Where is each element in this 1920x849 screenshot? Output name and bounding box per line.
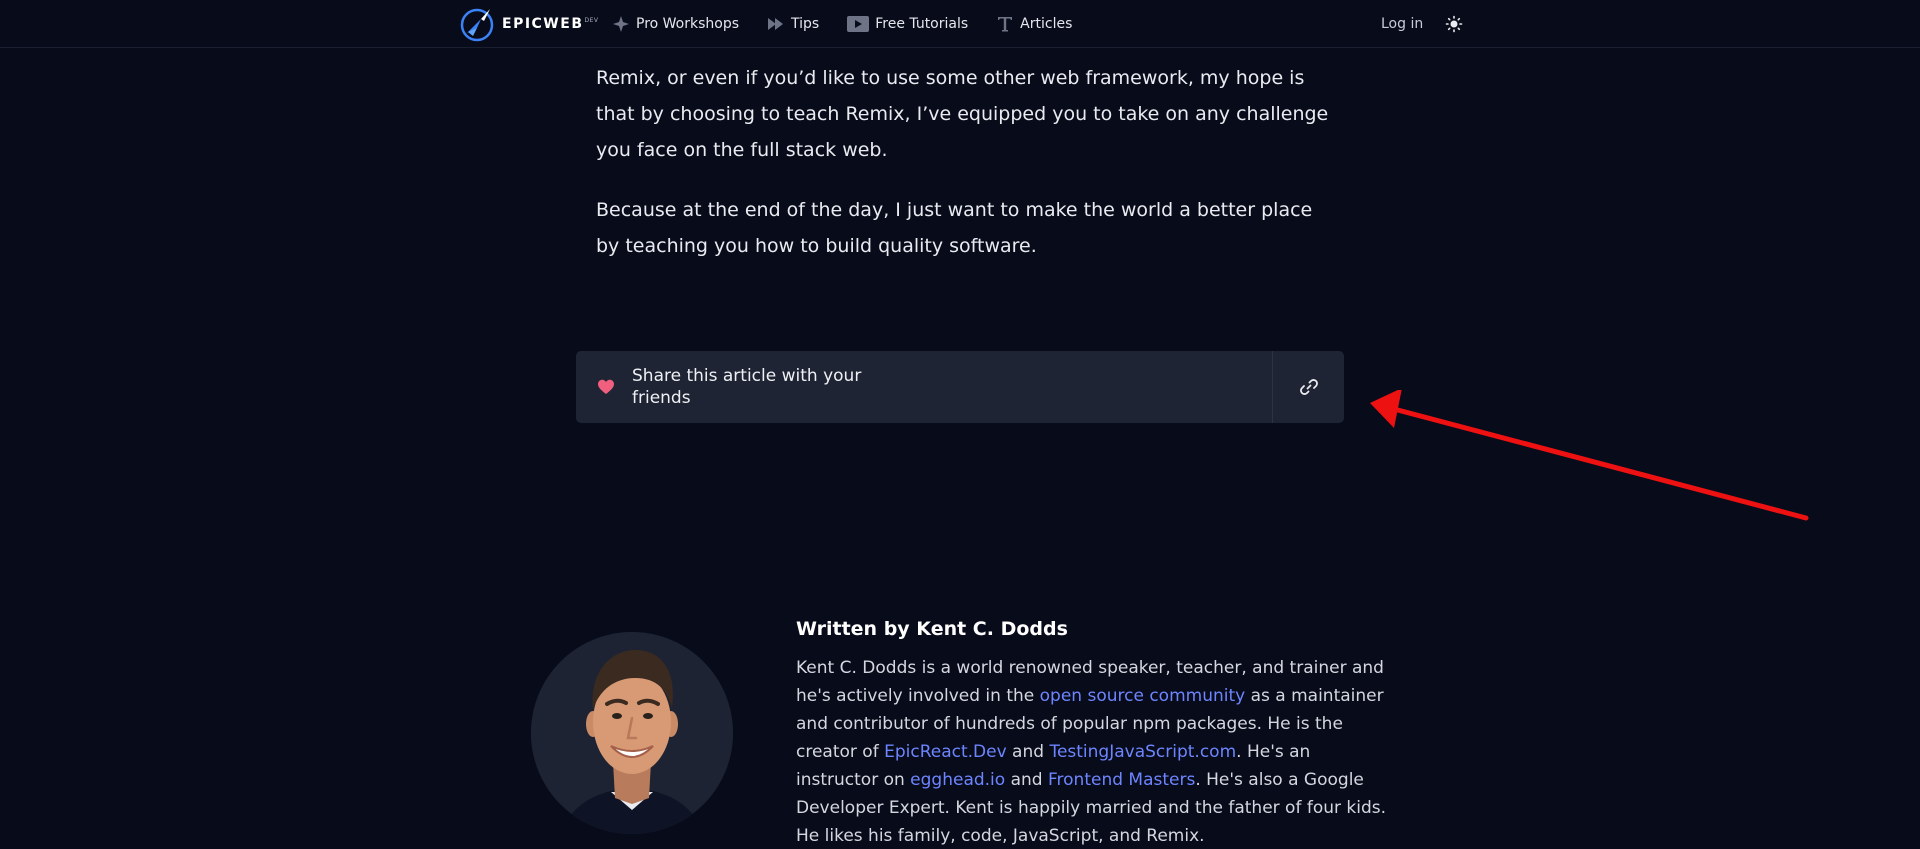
- author-avatar: [531, 632, 733, 834]
- nav-label: Articles: [1020, 16, 1073, 32]
- nav-articles[interactable]: Articles: [996, 15, 1072, 33]
- logo-wordmark: EPICWEBDEV: [502, 16, 599, 32]
- workshops-icon: [612, 15, 630, 33]
- nav-free-tutorials[interactable]: Free Tutorials: [847, 15, 968, 33]
- nav-label: Pro Workshops: [636, 16, 740, 32]
- bio-text: and: [1005, 770, 1048, 790]
- epicweb-logo[interactable]: EPICWEBDEV: [459, 5, 599, 43]
- nav-label: Tips: [791, 16, 820, 32]
- sun-icon[interactable]: [1445, 15, 1463, 33]
- tutorials-icon: [847, 15, 870, 33]
- nav-tips[interactable]: Tips: [767, 15, 819, 33]
- logo-superscript: DEV: [584, 17, 599, 24]
- nav-label: Free Tutorials: [875, 16, 969, 32]
- author-heading: Written by Kent C. Dodds: [796, 618, 1068, 640]
- author-portrait: [531, 632, 733, 834]
- tips-icon: [767, 15, 785, 33]
- epicreact-link[interactable]: EpicReact.Dev: [884, 742, 1007, 762]
- nav-pro-workshops[interactable]: Pro Workshops: [612, 15, 739, 33]
- frontend-masters-link[interactable]: Frontend Masters: [1048, 770, 1195, 790]
- open-source-community-link[interactable]: open source community: [1040, 686, 1246, 706]
- annotation-arrow: [1370, 390, 1809, 521]
- epicweb-logo-icon: [460, 8, 494, 42]
- article-paragraph: Because at the end of the day, I just wa…: [596, 199, 1313, 257]
- article-body: Remix, or even if you’d like to use some…: [596, 22, 1336, 288]
- heart-icon: [598, 379, 614, 394]
- header-actions: Log in: [1381, 0, 1463, 48]
- link-icon: [1299, 379, 1318, 395]
- copy-link-button[interactable]: [1272, 351, 1344, 423]
- main-nav: Pro Workshops Tips Free Tutorials Articl…: [612, 0, 1100, 48]
- egghead-link[interactable]: egghead.io: [910, 770, 1005, 790]
- bio-text: and: [1006, 742, 1050, 762]
- top-navigation-bar: EPICWEBDEV Pro Workshops Tips Free Tutor…: [0, 0, 1920, 48]
- author-bio: Kent C. Dodds is a world renowned speake…: [796, 654, 1392, 849]
- share-article-bar: Share this article with your friends: [576, 351, 1344, 423]
- author-section: Written by Kent C. Dodds Kent C. Dodds i…: [796, 614, 1392, 849]
- login-link[interactable]: Log in: [1381, 16, 1423, 32]
- share-text: Share this article with your friends: [632, 366, 862, 408]
- articles-icon: [996, 15, 1014, 33]
- testingjavascript-link[interactable]: TestingJavaScript.com: [1049, 742, 1236, 762]
